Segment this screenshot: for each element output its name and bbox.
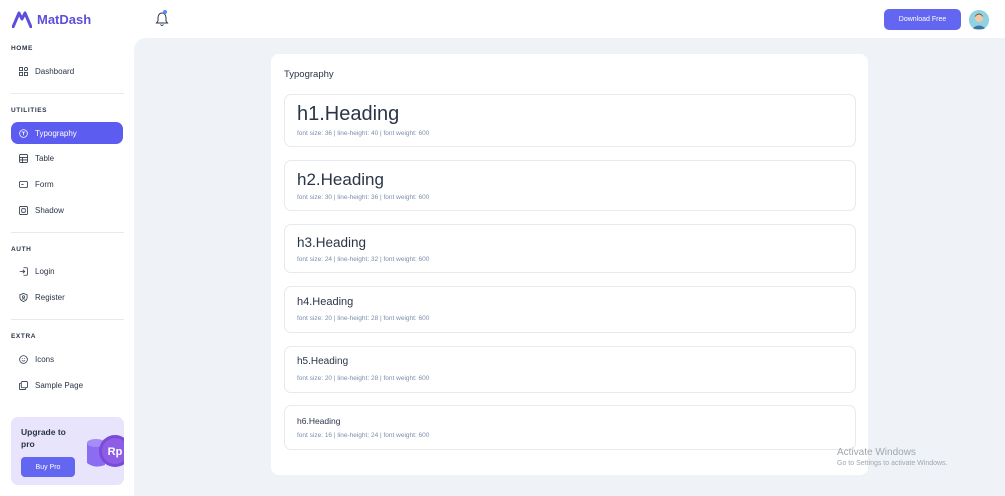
- heading-text: h1.Heading: [297, 103, 400, 125]
- heading-text: h5.Heading: [297, 356, 349, 367]
- logo-icon: [12, 11, 32, 28]
- heading-meta: font size: 36 | line-height: 40 | font w…: [297, 130, 430, 137]
- sidebar-item-table[interactable]: Table: [11, 147, 123, 169]
- heading-text: h2.Heading: [297, 170, 384, 189]
- watermark-subtitle: Go to Settings to activate Windows.: [837, 460, 948, 467]
- windows-activation-watermark: Activate Windows Go to Settings to activ…: [837, 447, 948, 467]
- form-icon: [19, 180, 28, 188]
- table-icon: [19, 153, 28, 163]
- heading-meta: font size: 24 | line-height: 32 | font w…: [297, 256, 430, 263]
- section-title-home: HOME: [11, 45, 33, 52]
- page-title: Typography: [284, 69, 334, 80]
- watermark-title: Activate Windows: [837, 447, 916, 458]
- sample-page-icon: [19, 380, 28, 390]
- user-avatar[interactable]: [969, 10, 989, 30]
- heading-text: h6.Heading: [297, 416, 341, 426]
- download-free-button[interactable]: Download Free: [884, 9, 961, 30]
- notification-bell-icon[interactable]: [155, 11, 169, 27]
- sidebar-item-register[interactable]: Register: [11, 286, 123, 308]
- heading-meta: font size: 20 | line-height: 28 | font w…: [297, 375, 430, 382]
- top-bar: MatDash Download Free: [0, 0, 1005, 38]
- sidebar-item-login[interactable]: Login: [11, 260, 123, 282]
- sidebar-item-label: Login: [35, 266, 55, 276]
- sidebar-item-shadow[interactable]: Shadow: [11, 199, 123, 221]
- register-icon: [19, 292, 28, 302]
- heading-sample-h4: h4.Heading font size: 20 | line-height: …: [284, 286, 856, 333]
- heading-sample-h6: h6.Heading font size: 16 | line-height: …: [284, 405, 856, 450]
- brand-logo[interactable]: MatDash: [12, 10, 91, 28]
- heading-sample-h5: h5.Heading font size: 20 | line-height: …: [284, 346, 856, 393]
- heading-meta: font size: 30 | line-height: 36 | font w…: [297, 194, 430, 201]
- avatar-icon: [969, 10, 989, 30]
- sidebar-divider: [11, 93, 124, 94]
- sidebar-item-label: Table: [35, 153, 55, 163]
- notification-dot: [163, 10, 167, 14]
- heading-sample-h1: h1.Heading font size: 36 | line-height: …: [284, 94, 856, 147]
- login-icon: [19, 266, 28, 276]
- sidebar-item-label: Shadow: [35, 205, 64, 215]
- sidebar-item-sample-page[interactable]: Sample Page: [11, 374, 123, 396]
- sidebar-item-form[interactable]: Form: [11, 173, 123, 195]
- sidebar-item-label: Sample Page: [35, 380, 84, 390]
- heading-meta: font size: 16 | line-height: 24 | font w…: [297, 432, 430, 439]
- dashboard-icon: [19, 66, 28, 76]
- sidebar-item-label: Form: [35, 179, 54, 189]
- coin-illustration-icon: Rp: [87, 435, 124, 467]
- section-title-extra: EXTRA: [11, 333, 37, 340]
- promo-badge: Rp: [108, 446, 123, 458]
- heading-sample-h3: h3.Heading font size: 24 | line-height: …: [284, 224, 856, 273]
- sidebar-item-typography[interactable]: Typography: [11, 122, 123, 144]
- heading-sample-h2: h2.Heading font size: 30 | line-height: …: [284, 160, 856, 211]
- typography-icon: [19, 128, 28, 138]
- sidebar-divider: [11, 319, 124, 320]
- sidebar-divider: [11, 232, 124, 233]
- section-title-auth: AUTH: [11, 246, 32, 253]
- upgrade-promo-card: Upgrade to pro Buy Pro Rp: [11, 417, 124, 485]
- sidebar-item-dashboard[interactable]: Dashboard: [11, 60, 123, 82]
- sidebar-item-label: Register: [35, 292, 65, 302]
- sidebar-item-label: Icons: [35, 354, 55, 364]
- sidebar-item-label: Dashboard: [35, 66, 75, 76]
- heading-meta: font size: 20 | line-height: 28 | font w…: [297, 315, 430, 322]
- buy-pro-button[interactable]: Buy Pro: [21, 457, 75, 477]
- brand-name: MatDash: [37, 11, 92, 27]
- sidebar-item-icons[interactable]: Icons: [11, 348, 123, 370]
- heading-text: h4.Heading: [297, 296, 354, 308]
- shadow-icon: [19, 205, 28, 215]
- heading-text: h3.Heading: [297, 235, 367, 250]
- section-title-utilities: UTILITIES: [11, 107, 48, 114]
- smile-icon: [19, 354, 28, 364]
- promo-title: Upgrade to pro: [21, 427, 66, 449]
- sidebar-item-label: Typography: [35, 128, 77, 138]
